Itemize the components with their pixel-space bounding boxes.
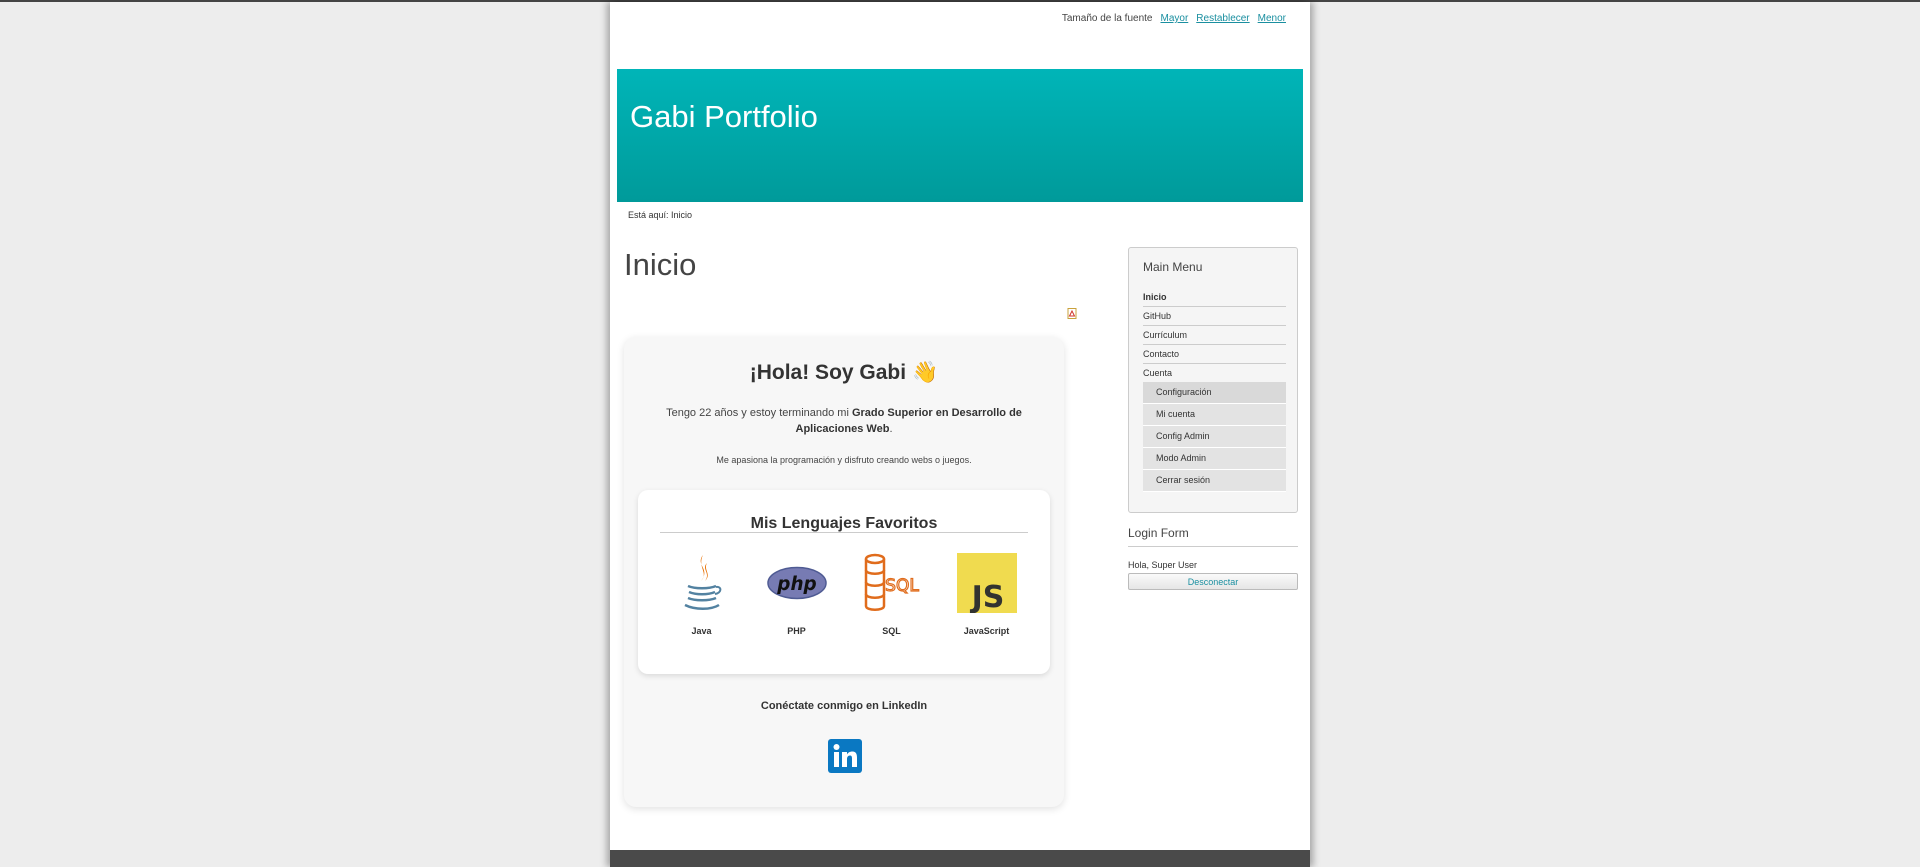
language-item-sql: SQL SQL (850, 553, 934, 636)
intro-text-end: . (889, 423, 893, 435)
menu-item-cuenta-label[interactable]: Cuenta (1143, 368, 1172, 378)
site-header: Gabi Portfolio (617, 69, 1303, 202)
logout-button[interactable]: Desconectar (1128, 573, 1298, 590)
main-menu-list: Inicio GitHub Currículum Contacto Cuenta… (1143, 288, 1286, 492)
submenu-item-mi-cuenta[interactable]: Mi cuenta (1143, 404, 1286, 426)
font-smaller-link[interactable]: Menor (1258, 13, 1286, 24)
languages-title: Mis Lenguajes Favoritos (750, 515, 938, 532)
passion-text: Me apasiona la programación y disfruto c… (716, 455, 972, 465)
submenu-item-configuracion[interactable]: Configuración (1143, 382, 1286, 404)
main-menu: Main Menu Inicio GitHub Currículum Conta… (1128, 247, 1298, 513)
sql-icon: SQL (862, 553, 922, 613)
language-name: SQL (882, 626, 901, 636)
svg-text:JS: JS (969, 580, 1004, 613)
login-form: Login Form Hola, Super User Desconectar (1128, 513, 1298, 590)
site-title[interactable]: Gabi Portfolio (630, 99, 818, 135)
intro-text: Tengo 22 años y estoy terminando mi Grad… (654, 405, 1034, 437)
main-content: Inicio ¡Hola! Soy Gabi 👋 Tengo 22 años y … (624, 247, 1077, 807)
greeting-heading: ¡Hola! Soy Gabi 👋 (624, 361, 1064, 385)
language-item-java: Java (660, 553, 744, 636)
page-title: Inicio (624, 247, 697, 282)
login-greeting: Hola, Super User (1128, 560, 1198, 570)
svg-text:php: php (776, 574, 816, 595)
menu-item-cuenta: Cuenta Configuración Mi cuenta Config Ad… (1143, 364, 1286, 492)
intro-card: ¡Hola! Soy Gabi 👋 Tengo 22 años y estoy t… (624, 337, 1064, 807)
submenu-item-config-admin[interactable]: Config Admin (1143, 426, 1286, 448)
intro-text-start: Tengo 22 años y estoy terminando mi (666, 407, 852, 419)
account-submenu: Configuración Mi cuenta Config Admin Mod… (1143, 382, 1286, 492)
language-item-php: php PHP (755, 553, 839, 636)
main-menu-title: Main Menu (1143, 260, 1203, 274)
breadcrumb: Está aquí: Inicio (628, 210, 693, 220)
menu-item-inicio[interactable]: Inicio (1143, 288, 1286, 307)
font-size-controls: Tamaño de la fuente Mayor Restablecer Me… (1062, 13, 1286, 24)
language-name: JavaScript (963, 626, 1010, 636)
javascript-icon: JS (956, 553, 1017, 613)
pdf-icon[interactable] (1067, 308, 1077, 319)
sidebar: Main Menu Inicio GitHub Currículum Conta… (1128, 247, 1298, 590)
language-item-javascript: JS JavaScript (945, 553, 1029, 636)
language-name: PHP (787, 626, 806, 636)
font-reset-link[interactable]: Restablecer (1196, 13, 1249, 24)
svg-text:SQL: SQL (885, 576, 919, 596)
php-icon: php (766, 553, 827, 613)
menu-item-github[interactable]: GitHub (1143, 307, 1286, 326)
font-size-label: Tamaño de la fuente (1061, 13, 1153, 24)
login-form-title: Login Form (1128, 513, 1298, 547)
languages-box: Mis Lenguajes Favoritos Java php PHP SQL… (638, 490, 1050, 674)
menu-item-curriculum[interactable]: Currículum (1143, 326, 1286, 345)
java-icon (672, 553, 732, 613)
footer-bar (610, 850, 1310, 867)
greeting-text: ¡Hola! Soy Gabi (749, 361, 907, 384)
languages-divider (660, 532, 1028, 533)
font-bigger-link[interactable]: Mayor (1160, 13, 1188, 24)
languages-row: Java php PHP SQL SQL JS JavaScript (638, 553, 1050, 636)
submenu-item-modo-admin[interactable]: Modo Admin (1143, 448, 1286, 470)
submenu-item-cerrar-sesion[interactable]: Cerrar sesión (1143, 470, 1286, 492)
page-container: Tamaño de la fuente Mayor Restablecer Me… (610, 2, 1310, 867)
waving-hand-icon: 👋 (912, 361, 939, 384)
menu-item-contacto[interactable]: Contacto (1143, 345, 1286, 364)
language-name: Java (691, 626, 712, 636)
connect-text: Conéctate conmigo en LinkedIn (760, 700, 928, 712)
linkedin-icon[interactable] (828, 739, 862, 773)
